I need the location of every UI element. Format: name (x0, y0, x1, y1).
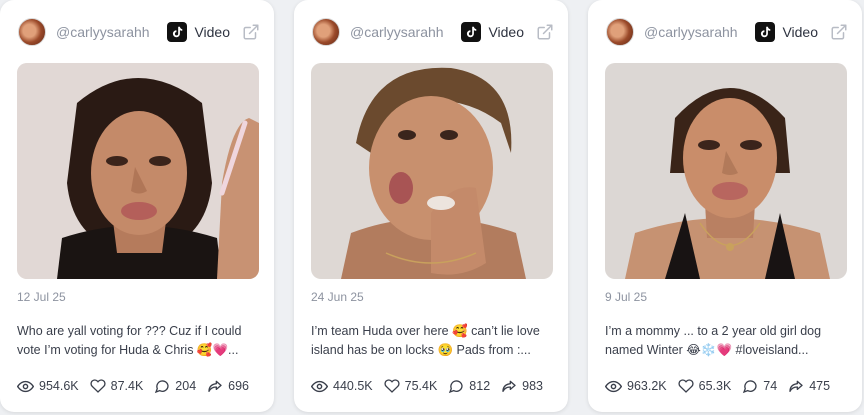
username[interactable]: @carlyysarahh (56, 24, 150, 40)
shares-stat: 475 (788, 378, 830, 394)
share-icon (502, 380, 516, 392)
video-thumbnail[interactable] (311, 63, 553, 279)
shares-count: 475 (809, 379, 831, 393)
tiktok-icon (755, 22, 776, 42)
tiktok-icon (167, 22, 188, 42)
post-caption: Who are yall voting for ??? Cuz if I cou… (17, 324, 242, 357)
comment-icon (155, 380, 169, 394)
heart-icon (384, 379, 400, 393)
views-stat: 954.6K (17, 378, 79, 395)
comment-icon (743, 380, 757, 394)
views-count: 954.6K (39, 379, 79, 393)
views-count: 963.2K (627, 379, 667, 393)
post-card[interactable]: @carlyysarahh Video 24 Jun 25 I’m team H… (294, 0, 568, 412)
share-icon (208, 380, 222, 392)
external-link-icon[interactable] (830, 23, 848, 41)
likes-stat: 87.4K (90, 378, 144, 394)
platform-label: Video (782, 24, 818, 40)
likes-count: 87.4K (110, 379, 144, 393)
views-stat: 963.2K (605, 378, 667, 395)
comment-icon (449, 380, 463, 394)
heart-icon (90, 379, 106, 393)
share-icon (789, 380, 803, 392)
platform-label: Video (488, 24, 524, 40)
post-stats: 954.6K 87.4K 204 696 (17, 377, 264, 395)
comments-count: 204 (175, 379, 197, 393)
likes-stat: 75.4K (384, 378, 438, 394)
eye-icon (605, 380, 622, 392)
external-link-icon[interactable] (536, 23, 554, 41)
post-caption: I’m team Huda over here 🥰 can’t lie love… (311, 324, 540, 357)
comments-stat: 204 (154, 378, 196, 394)
avatar[interactable] (312, 18, 340, 46)
heart-icon (678, 379, 694, 393)
video-thumbnail[interactable] (17, 63, 259, 279)
username[interactable]: @carlyysarahh (350, 24, 444, 40)
likes-stat: 65.3K (678, 378, 732, 394)
username[interactable]: @carlyysarahh (644, 24, 738, 40)
post-date: 9 Jul 25 (605, 290, 648, 304)
card-header: @carlyysarahh Video (312, 17, 554, 47)
avatar[interactable] (606, 18, 634, 46)
shares-count: 696 (228, 379, 250, 393)
platform-label: Video (194, 24, 230, 40)
comments-stat: 812 (448, 378, 490, 394)
card-header: @carlyysarahh Video (606, 17, 848, 47)
shares-stat: 696 (207, 378, 249, 394)
likes-count: 75.4K (404, 379, 438, 393)
comments-count: 74 (763, 379, 778, 393)
card-header: @carlyysarahh Video (18, 17, 260, 47)
external-link-icon[interactable] (242, 23, 260, 41)
video-thumbnail[interactable] (605, 63, 847, 279)
shares-stat: 983 (501, 378, 543, 394)
post-date: 12 Jul 25 (17, 290, 66, 304)
views-count: 440.5K (333, 379, 373, 393)
post-date: 24 Jun 25 (311, 290, 364, 304)
views-stat: 440.5K (311, 378, 373, 395)
eye-icon (17, 380, 34, 392)
avatar[interactable] (18, 18, 46, 46)
post-card[interactable]: @carlyysarahh Video 12 Jul 25 Who are ya… (0, 0, 274, 412)
eye-icon (311, 380, 328, 392)
comments-count: 812 (469, 379, 491, 393)
post-stats: 963.2K 65.3K 74 475 (605, 377, 852, 395)
post-card[interactable]: @carlyysarahh Video 9 Jul 25 I’m a mommy… (588, 0, 862, 412)
post-stats: 440.5K 75.4K 812 983 (311, 377, 558, 395)
shares-count: 983 (522, 379, 544, 393)
tiktok-icon (461, 22, 482, 42)
comments-stat: 74 (742, 378, 777, 394)
likes-count: 65.3K (698, 379, 732, 393)
post-caption: I’m a mommy ... to a 2 year old girl dog… (605, 324, 822, 357)
